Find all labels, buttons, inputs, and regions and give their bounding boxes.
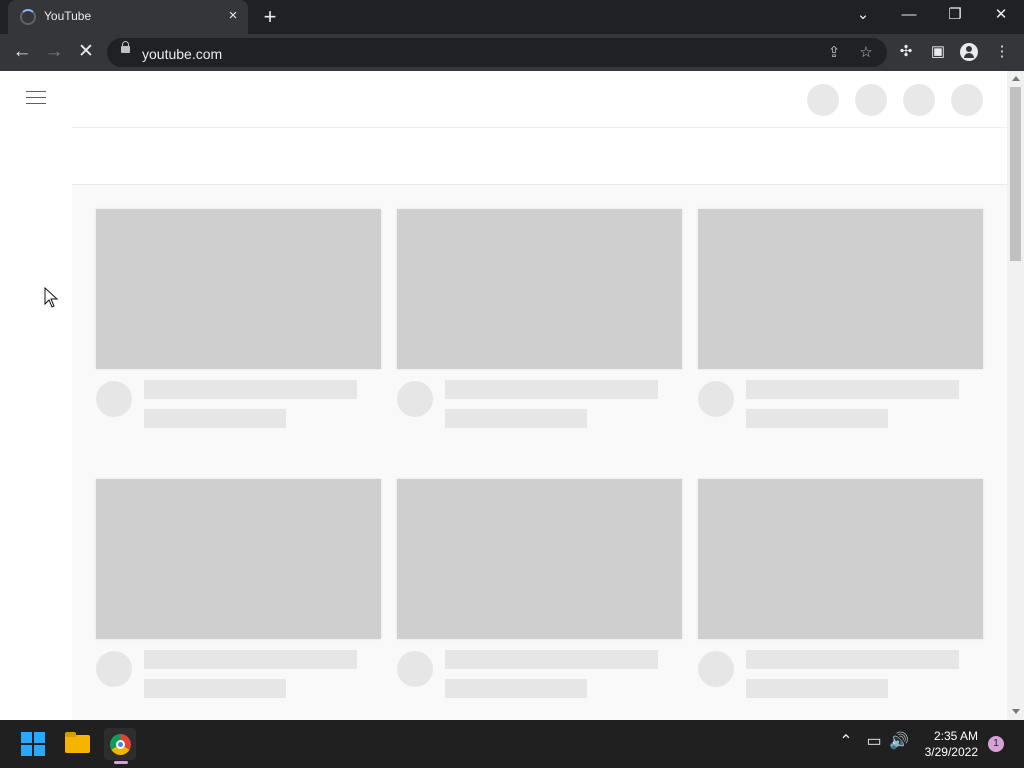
windows-taskbar: ⌃ ▭ 🔊 2:35 AM 3/29/2022 1 bbox=[0, 720, 1024, 768]
bookmark-star-icon[interactable]: ☆ bbox=[855, 42, 877, 64]
channel-avatar-placeholder[interactable] bbox=[96, 381, 132, 417]
channel-avatar-placeholder[interactable] bbox=[96, 651, 132, 687]
file-explorer-icon[interactable] bbox=[61, 728, 93, 760]
masthead-placeholder-button[interactable] bbox=[807, 84, 839, 116]
thumbnail-placeholder[interactable] bbox=[96, 479, 381, 639]
thumbnail-placeholder[interactable] bbox=[397, 479, 682, 639]
tab-title: YouTube bbox=[44, 9, 92, 23]
close-window-button[interactable]: ✕ bbox=[978, 0, 1024, 32]
stop-loading-button[interactable]: ✕ bbox=[73, 39, 99, 65]
youtube-page bbox=[0, 71, 1024, 720]
title-placeholder[interactable] bbox=[445, 380, 658, 399]
loading-spinner-icon bbox=[20, 9, 36, 25]
system-clock[interactable]: 2:35 AM 3/29/2022 bbox=[916, 728, 978, 760]
metadata-placeholder bbox=[445, 679, 587, 698]
clock-time: 2:35 AM bbox=[933, 729, 978, 743]
scroll-up-arrow-icon[interactable] bbox=[1012, 76, 1020, 81]
video-card-placeholder[interactable] bbox=[96, 479, 381, 698]
channel-avatar-placeholder[interactable] bbox=[698, 381, 734, 417]
metadata-placeholder bbox=[445, 409, 587, 428]
browser-tab-youtube[interactable]: YouTube × bbox=[8, 0, 248, 34]
windows-start-icon[interactable] bbox=[17, 728, 49, 760]
masthead-placeholder-button[interactable] bbox=[951, 84, 983, 116]
show-hidden-icons-chevron-up-icon[interactable]: ⌃ bbox=[836, 732, 856, 752]
back-button[interactable]: ← bbox=[9, 39, 35, 65]
browser-tab-strip: YouTube × + ⌄ — ❐ ✕ bbox=[0, 0, 1024, 34]
thumbnail-placeholder[interactable] bbox=[397, 209, 682, 369]
page-scrollbar[interactable] bbox=[1007, 71, 1024, 720]
lock-icon bbox=[121, 41, 130, 53]
masthead-placeholder-button[interactable] bbox=[903, 84, 935, 116]
minimize-button[interactable]: — bbox=[886, 0, 932, 32]
metadata-placeholder bbox=[144, 679, 286, 698]
scrollbar-thumb[interactable] bbox=[1010, 87, 1021, 261]
title-placeholder[interactable] bbox=[445, 650, 658, 669]
mouse-pointer-icon bbox=[44, 287, 58, 308]
address-bar[interactable]: youtube.com ⇪ ☆ bbox=[107, 38, 887, 67]
masthead-placeholder-button[interactable] bbox=[855, 84, 887, 116]
side-panel-icon[interactable]: ▣ bbox=[926, 40, 950, 64]
hamburger-menu-icon[interactable] bbox=[26, 91, 46, 107]
profile-icon[interactable] bbox=[960, 43, 978, 61]
volume-icon[interactable]: 🔊 bbox=[889, 732, 909, 752]
metadata-placeholder bbox=[746, 679, 888, 698]
browser-menu-icon[interactable]: ⋮ bbox=[990, 40, 1014, 64]
scroll-down-arrow-icon[interactable] bbox=[1012, 709, 1020, 714]
video-grid bbox=[72, 185, 1007, 720]
title-placeholder[interactable] bbox=[746, 650, 959, 669]
browser-toolbar: ← → ✕ youtube.com ⇪ ☆ ✣ ▣ ⋮ bbox=[0, 34, 1024, 71]
left-guide bbox=[0, 71, 72, 720]
forward-button[interactable]: → bbox=[41, 39, 67, 65]
clock-date: 3/29/2022 bbox=[924, 745, 978, 759]
channel-avatar-placeholder[interactable] bbox=[698, 651, 734, 687]
channel-avatar-placeholder[interactable] bbox=[397, 381, 433, 417]
masthead bbox=[72, 71, 1007, 128]
channel-avatar-placeholder[interactable] bbox=[397, 651, 433, 687]
thumbnail-placeholder[interactable] bbox=[698, 209, 983, 369]
title-placeholder[interactable] bbox=[144, 380, 357, 399]
share-icon[interactable]: ⇪ bbox=[823, 42, 845, 64]
filter-chips-bar bbox=[72, 128, 1007, 185]
tab-close-button[interactable]: × bbox=[224, 7, 242, 25]
thumbnail-placeholder[interactable] bbox=[698, 479, 983, 639]
tab-search-button[interactable]: ⌄ bbox=[840, 0, 886, 32]
restore-button[interactable]: ❐ bbox=[932, 0, 978, 32]
chrome-icon[interactable] bbox=[104, 728, 136, 760]
active-app-indicator bbox=[114, 761, 128, 764]
video-card-placeholder[interactable] bbox=[397, 209, 682, 428]
thumbnail-placeholder[interactable] bbox=[96, 209, 381, 369]
video-card-placeholder[interactable] bbox=[698, 479, 983, 698]
video-card-placeholder[interactable] bbox=[397, 479, 682, 698]
metadata-placeholder bbox=[746, 409, 888, 428]
url-text[interactable]: youtube.com bbox=[142, 46, 222, 62]
title-placeholder[interactable] bbox=[746, 380, 959, 399]
video-card-placeholder[interactable] bbox=[96, 209, 381, 428]
title-placeholder[interactable] bbox=[144, 650, 357, 669]
video-card-placeholder[interactable] bbox=[698, 209, 983, 428]
notification-badge[interactable]: 1 bbox=[988, 736, 1004, 752]
new-tab-button[interactable]: + bbox=[258, 5, 282, 29]
metadata-placeholder bbox=[144, 409, 286, 428]
extensions-puzzle-icon[interactable]: ✣ bbox=[894, 40, 918, 64]
network-icon[interactable]: ▭ bbox=[864, 732, 884, 752]
